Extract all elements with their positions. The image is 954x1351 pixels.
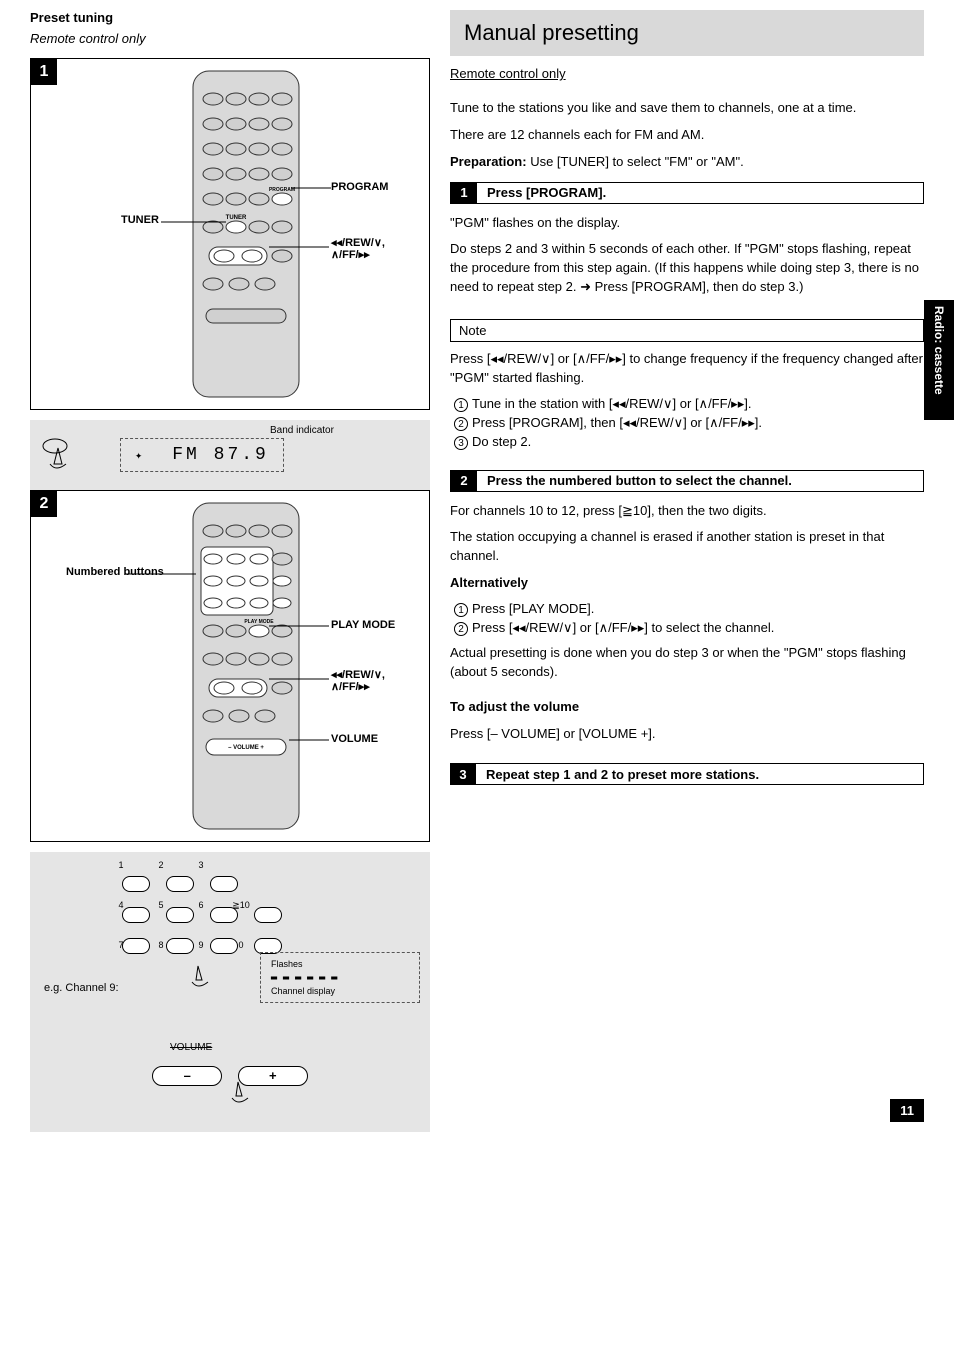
- step-b-body3: Actual presetting is done when you do st…: [450, 644, 924, 682]
- numpad-btn[interactable]: [166, 876, 194, 892]
- note-body: Press [◂◂/REW/∨] or [∧/FF/▸▸] to change …: [450, 350, 924, 388]
- display-strip: Band indicator ✦ FM 87.9: [30, 420, 430, 490]
- only-remote: Remote control only: [450, 66, 566, 81]
- note-item-3: Do step 2.: [472, 434, 531, 449]
- alternatively-label: Alternatively: [450, 575, 528, 590]
- numbered-buttons-callout: Numbered buttons: [66, 566, 164, 578]
- example-label: e.g. Channel 9:: [44, 982, 119, 994]
- intro-1: Tune to the stations you like and save t…: [450, 99, 924, 118]
- rew-ff-callout2-line2: ∧/FF/▸▸: [331, 681, 370, 693]
- manual-presetting-title: Manual presetting: [450, 10, 924, 56]
- mini-display: Flashes ▂ ▂ ▂ ▂ ▂ ▂ Channel display: [260, 952, 420, 1003]
- vol-adjust-body: Press [– VOLUME] or [VOLUME +].: [450, 725, 924, 744]
- program-callout: PROGRAM: [331, 181, 388, 193]
- band-indicator-label: Band indicator: [270, 425, 334, 436]
- step-c-num: 3: [450, 763, 476, 785]
- num-1: 1: [110, 860, 132, 870]
- flashing-label: Flashes: [271, 959, 409, 969]
- note-item-1: Tune in the station with [◂◂/REW/∨] or […: [472, 396, 751, 411]
- num-3: 3: [190, 860, 212, 870]
- volume-panel: VOLUME – +: [30, 1032, 430, 1132]
- channel-display-label: Channel display: [271, 986, 409, 996]
- intro-2: There are 12 channels each for FM and AM…: [450, 126, 924, 145]
- numpad-btn[interactable]: [210, 907, 238, 923]
- volume-callout: VOLUME: [331, 733, 378, 745]
- playmode-callout: PLAY MODE: [331, 619, 395, 631]
- step1-frame: 1: [30, 58, 430, 410]
- hand-press-icon: [230, 1078, 260, 1111]
- alt-item-2: Press [◂◂/REW/∨] or [∧/FF/▸▸] to select …: [472, 620, 774, 635]
- numpad-btn[interactable]: [166, 907, 194, 923]
- numpad-btn[interactable]: [210, 876, 238, 892]
- svg-text:TUNER: TUNER: [226, 215, 247, 221]
- numpad-btn[interactable]: [122, 938, 150, 954]
- step-b-body2: The station occupying a channel is erase…: [450, 528, 924, 566]
- numpad-btn[interactable]: [122, 907, 150, 923]
- num-2: 2: [150, 860, 172, 870]
- numpad-btn[interactable]: [166, 938, 194, 954]
- note-item-2: Press [PROGRAM], then [◂◂/REW/∨] or [∧/F…: [472, 415, 762, 430]
- display-readout: FM 87.9: [172, 445, 269, 465]
- preparation-label: Preparation:: [450, 154, 527, 169]
- step-a-head: Press [PROGRAM].: [477, 183, 923, 203]
- alt-item-1: Press [PLAY MODE].: [472, 601, 594, 616]
- step-a-body2: Do steps 2 and 3 within 5 seconds of eac…: [450, 240, 924, 297]
- step2-frame: 2: [30, 490, 430, 842]
- tuner-callout: TUNER: [121, 214, 159, 226]
- svg-text:– VOLUME +: – VOLUME +: [228, 745, 264, 751]
- hand-press-icon: [190, 962, 220, 995]
- numpad-btn[interactable]: [122, 876, 150, 892]
- step-b-head: Press the numbered button to select the …: [477, 471, 923, 491]
- rew-ff-callout-line2: ∧/FF/▸▸: [331, 249, 370, 261]
- step-a-body1: "PGM" flashes on the display.: [450, 214, 924, 233]
- volume-strike-label: VOLUME: [170, 1042, 212, 1053]
- preparation-text: Use [TUNER] to select "FM" or "AM".: [530, 154, 744, 169]
- numpad-btn[interactable]: [210, 938, 238, 954]
- remote-illustration-1: TUNER PROGRAM: [191, 69, 301, 399]
- step-b-body1: For channels 10 to 12, press [≧10], then…: [450, 502, 924, 521]
- flash-icon: ✦: [135, 448, 142, 462]
- rew-ff-callout-line1: ◂◂/REW/∨,: [331, 237, 385, 249]
- vol-adjust-head: To adjust the volume: [450, 699, 579, 714]
- step-a-num: 1: [451, 183, 477, 203]
- rew-ff-callout2-line1: ◂◂/REW/∨,: [331, 669, 385, 681]
- hand-press-icon: [40, 434, 80, 477]
- remote-illustration-2: PLAY MODE – VOLUME +: [191, 501, 301, 831]
- step-c-head: Repeat step 1 and 2 to preset more stati…: [476, 763, 924, 785]
- side-tab: Radio: cassette: [924, 300, 954, 420]
- numpad-btn[interactable]: [254, 907, 282, 923]
- volume-down-button[interactable]: –: [152, 1066, 222, 1086]
- step-b-num: 2: [451, 471, 477, 491]
- note-heading: Note: [450, 319, 924, 342]
- remote-only-subtitle: Remote control only: [30, 31, 430, 46]
- numpad-example: 1 2 3 4 5 6 ≧10 7 8 9 0 e.g. Channel 9:: [30, 852, 430, 1032]
- page-number: 11: [890, 1099, 924, 1122]
- page-title: Preset tuning: [30, 10, 430, 25]
